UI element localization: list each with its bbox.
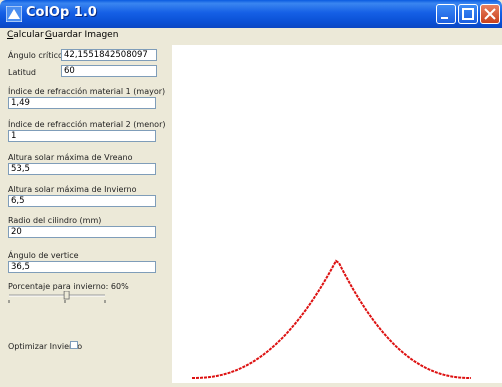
menu-bar: Calcular Guardar Imagen (0, 28, 502, 45)
refraccion2-field[interactable]: 1 (8, 130, 156, 142)
drawing-canvas (172, 45, 502, 383)
maximize-icon (462, 8, 474, 20)
verano-label: Altura solar máxima de Vreano (8, 153, 133, 162)
invierno-label: Altura solar máxima de Invierno (8, 185, 137, 194)
minimize-button[interactable] (436, 4, 456, 24)
maximize-button[interactable] (458, 4, 478, 24)
radio-label: Radio del cilindro (mm) (8, 216, 102, 225)
minimize-icon (441, 17, 448, 19)
slider-thumb[interactable] (63, 291, 70, 300)
optimizar-checkbox[interactable] (70, 341, 78, 349)
refraccion1-label: Índice de refracción material 1 (mayor) (8, 87, 166, 96)
porcentaje-label: Porcentaje para invierno: 60% (8, 282, 129, 291)
profile-curve-line (192, 259, 471, 379)
radio-field[interactable]: 20 (8, 226, 156, 238)
window-title: ColOp 1.0 (26, 5, 97, 20)
menu-guardar-imagen[interactable]: Guardar Imagen (45, 30, 118, 40)
refraccion2-label: Índice de refracción material 2 (menor) (8, 120, 166, 129)
porcentaje-slider[interactable] (7, 291, 107, 305)
verano-field[interactable]: 53,5 (8, 163, 156, 175)
invierno-field[interactable]: 6,5 (8, 195, 156, 207)
vertice-label: Ángulo de vertice (8, 251, 79, 260)
close-icon (484, 8, 496, 20)
latitud-label: Latitud (8, 68, 37, 77)
menu-calcular[interactable]: Calcular (7, 30, 44, 40)
profile-curve-plot (192, 259, 471, 379)
title-bar[interactable]: ColOp 1.0 (0, 0, 502, 28)
slider-ticks (8, 300, 106, 303)
vertice-field[interactable]: 36,5 (8, 261, 156, 273)
close-button[interactable] (480, 4, 500, 24)
latitud-field[interactable]: 60 (61, 65, 157, 77)
app-icon (6, 6, 22, 22)
angulo-critico-field[interactable]: 42,1551842508097 (61, 49, 157, 61)
app-window: ColOp 1.0 Calcular Guardar Imagen Ángulo… (0, 0, 502, 383)
angulo-critico-label: Ángulo crítico (8, 51, 63, 60)
refraccion1-field[interactable]: 1,49 (8, 97, 156, 109)
